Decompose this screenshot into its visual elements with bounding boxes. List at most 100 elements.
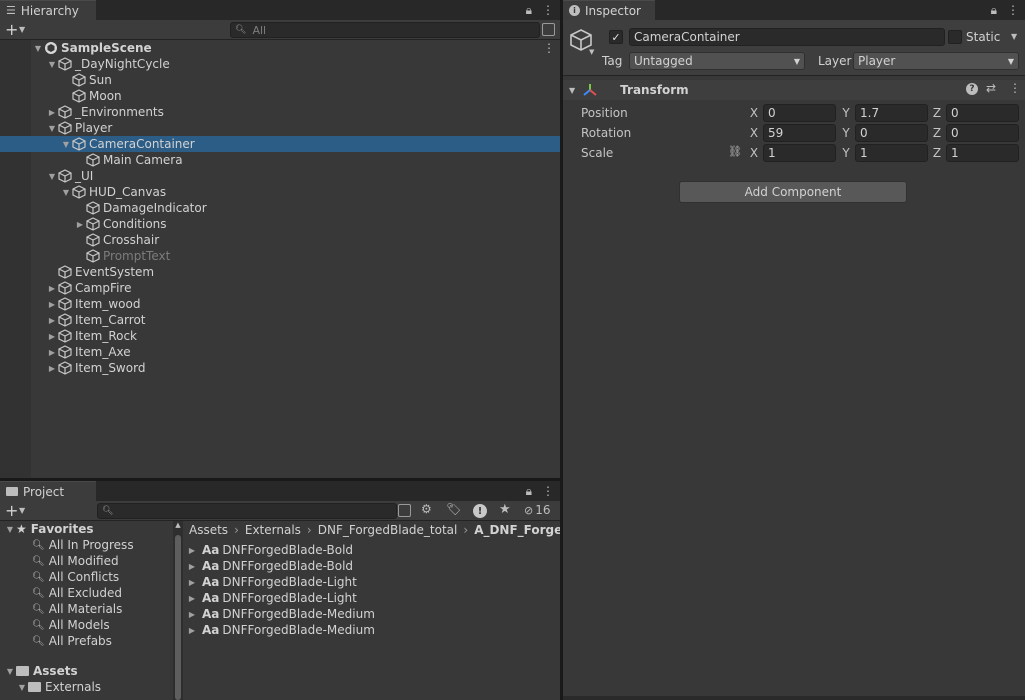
kebab-menu-icon[interactable]: ⋮ (1007, 3, 1019, 18)
chevron-right-icon[interactable]: ▶ (186, 594, 198, 603)
chevron-down-icon[interactable]: ▼ (16, 683, 28, 692)
chevron-right-icon[interactable]: ▶ (186, 546, 198, 555)
axis-y-label[interactable]: Y (840, 126, 852, 140)
project-tab[interactable]: Project (0, 481, 96, 501)
hierarchy-item[interactable]: ▼ SampleScene ⋮ (0, 40, 560, 56)
chevron-right-icon[interactable]: ▶ (74, 220, 86, 229)
hierarchy-item[interactable]: ▼ _DayNightCycle (0, 56, 560, 72)
add-component-button[interactable]: Add Component (679, 181, 907, 203)
scale-y-field[interactable]: 1 (855, 144, 928, 162)
favorites-header[interactable]: ▼ ★ Favorites (4, 521, 94, 537)
chevron-down-icon[interactable]: ▼ (60, 140, 72, 149)
chevron-down-icon[interactable]: ▼ (46, 60, 58, 69)
chevron-right-icon[interactable]: ▶ (186, 562, 198, 571)
inspector-tab[interactable]: i Inspector (563, 0, 655, 20)
scroll-thumb[interactable] (175, 535, 181, 700)
hierarchy-item[interactable]: ▼ HUD_Canvas (0, 184, 560, 200)
chevron-right-icon[interactable]: ▶ (46, 364, 58, 373)
kebab-menu-icon[interactable]: ⋮ (542, 484, 554, 499)
filter-by-type-icon[interactable]: ⚙︎ (421, 502, 432, 516)
scale-z-field[interactable]: 1 (946, 144, 1019, 162)
breadcrumb-assets[interactable]: Assets (189, 523, 228, 537)
file-item[interactable]: ▶ Aa DNFForgedBlade-Light (186, 590, 357, 606)
externals-folder[interactable]: ▼ Externals (16, 679, 101, 695)
lock-icon[interactable]: 🔒︎ (526, 3, 532, 18)
hierarchy-item[interactable]: ▶ Item_wood (0, 296, 560, 312)
axis-y-label[interactable]: Y (840, 146, 852, 160)
search-by-type-icon[interactable] (398, 504, 411, 517)
chevron-down-icon[interactable]: ▼ (46, 124, 58, 133)
chevron-down-icon[interactable]: ▼ (19, 501, 25, 521)
favorite-item[interactable]: 🔍︎ All Excluded (32, 585, 122, 601)
layer-dropdown[interactable]: Player ▼ (853, 52, 1019, 70)
chevron-down-icon[interactable]: ▼ (46, 172, 58, 181)
project-search-input[interactable]: 🔍︎ (97, 503, 397, 519)
chevron-right-icon[interactable]: ▶ (46, 332, 58, 341)
chevron-right-icon[interactable]: ▶ (46, 284, 58, 293)
hierarchy-item[interactable]: PromptText (0, 248, 560, 264)
hierarchy-item[interactable]: ▶ Item_Sword (0, 360, 560, 376)
breadcrumb-externals[interactable]: Externals (245, 523, 301, 537)
rotation-y-field[interactable]: 0 (855, 124, 928, 142)
hierarchy-item[interactable]: ▶ Item_Carrot (0, 312, 560, 328)
chevron-right-icon[interactable]: ▶ (186, 578, 198, 587)
help-icon[interactable]: ? (966, 83, 978, 95)
hierarchy-item-selected[interactable]: ▼ CameraContainer (0, 136, 560, 152)
chevron-down-icon[interactable]: ▼ (19, 20, 25, 40)
object-name-field[interactable]: CameraContainer (629, 28, 945, 46)
lock-icon[interactable]: 🔒︎ (991, 3, 997, 18)
axis-x-label[interactable]: X (748, 106, 760, 120)
chevron-down-icon[interactable]: ▼ (589, 48, 594, 56)
chevron-down-icon[interactable]: ▼ (4, 667, 16, 676)
kebab-menu-icon[interactable]: ⋮ (1009, 81, 1021, 95)
chevron-right-icon[interactable]: ▶ (46, 300, 58, 309)
folder-tree-scrollbar[interactable]: ▲ (173, 521, 183, 700)
hierarchy-item[interactable]: ▼ Player (0, 120, 560, 136)
hierarchy-item[interactable]: ▶ Item_Axe (0, 344, 560, 360)
static-checkbox[interactable] (948, 30, 962, 44)
file-item[interactable]: ▶ Aa DNFForgedBlade-Medium (186, 622, 375, 638)
hidden-packages-icon[interactable]: ⊘ 16 (524, 503, 551, 517)
chevron-down-icon[interactable]: ▼ (4, 525, 16, 534)
axis-y-label[interactable]: Y (840, 106, 852, 120)
scroll-up-arrow[interactable]: ▲ (173, 521, 183, 529)
label-icon[interactable]: 🏷︎ (446, 502, 461, 516)
star-icon[interactable]: ★ (499, 502, 511, 517)
file-item[interactable]: ▶ Aa DNFForgedBlade-Light (186, 574, 357, 590)
favorite-item[interactable]: 🔍︎ All Conflicts (32, 569, 119, 585)
position-x-field[interactable]: 0 (763, 104, 836, 122)
file-item[interactable]: ▶ Aa DNFForgedBlade-Medium (186, 606, 375, 622)
active-checkbox[interactable]: ✓ (609, 30, 623, 44)
favorite-item[interactable]: 🔍︎ All In Progress (32, 537, 134, 553)
chevron-down-icon[interactable]: ▼ (1011, 32, 1017, 41)
axis-z-label[interactable]: Z (931, 126, 943, 140)
add-icon[interactable]: + (5, 20, 18, 40)
axis-x-label[interactable]: X (748, 146, 760, 160)
axis-x-label[interactable]: X (748, 126, 760, 140)
file-item[interactable]: ▶ Aa DNFForgedBlade-Bold (186, 542, 353, 558)
position-y-field[interactable]: 1.7 (855, 104, 928, 122)
scale-x-field[interactable]: 1 (763, 144, 836, 162)
hierarchy-search-input[interactable]: 🔍︎ All (230, 22, 540, 38)
lock-icon[interactable]: 🔒︎ (526, 484, 532, 499)
axis-z-label[interactable]: Z (931, 146, 943, 160)
hierarchy-item[interactable]: Moon (0, 88, 560, 104)
favorite-item[interactable]: 🔍︎ All Models (32, 617, 110, 633)
breadcrumb-folder[interactable]: DNF_ForgedBlade_total (318, 523, 458, 537)
chevron-right-icon[interactable]: ▶ (186, 626, 198, 635)
assets-folder[interactable]: ▼ Assets (4, 663, 78, 679)
favorite-item[interactable]: 🔍︎ All Prefabs (32, 633, 112, 649)
favorite-item[interactable]: 🔍︎ All Materials (32, 601, 122, 617)
add-icon[interactable]: + (5, 501, 18, 521)
position-z-field[interactable]: 0 (946, 104, 1019, 122)
rotation-x-field[interactable]: 59 (763, 124, 836, 142)
hierarchy-item[interactable]: EventSystem (0, 264, 560, 280)
alert-icon[interactable]: ! (473, 504, 487, 518)
chevron-down-icon[interactable]: ▼ (32, 44, 44, 53)
hierarchy-item[interactable]: ▼ _UI (0, 168, 560, 184)
axis-z-label[interactable]: Z (931, 106, 943, 120)
kebab-menu-icon[interactable]: ⋮ (542, 3, 554, 18)
hierarchy-item[interactable]: ▶ Conditions (0, 216, 560, 232)
hierarchy-item[interactable]: DamageIndicator (0, 200, 560, 216)
hierarchy-item[interactable]: Main Camera (0, 152, 560, 168)
